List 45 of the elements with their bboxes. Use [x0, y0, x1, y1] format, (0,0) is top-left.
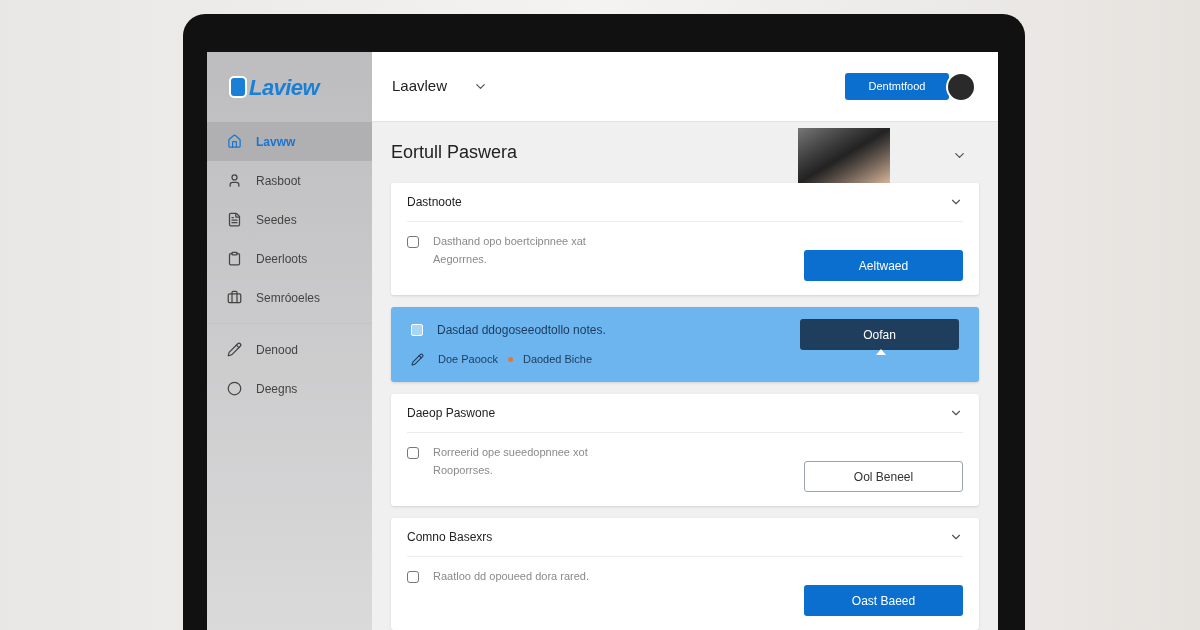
meta-text: Daoded Biche	[522, 352, 593, 368]
card-title: Dastnoote	[407, 194, 462, 211]
pencil-icon	[227, 342, 242, 357]
card-description: Raatloo dd opoueed dora rared.	[433, 569, 589, 584]
card-title: Daeop Paswone	[407, 405, 496, 422]
home-icon	[227, 134, 242, 149]
sidebar-item[interactable]: Seedes	[207, 200, 372, 239]
action-button[interactable]: Oast Baeed	[804, 585, 963, 616]
user-icon	[227, 173, 242, 188]
action-button[interactable]: Aeltwaed	[804, 250, 963, 281]
pencil-icon	[411, 353, 424, 366]
checkbox[interactable]	[407, 236, 419, 248]
card-description: Dasthand opo boertcipnnee xat	[433, 234, 586, 249]
note-icon	[411, 324, 423, 337]
sidebar-item[interactable]: Deerloots	[207, 239, 372, 278]
page-title: Eortull Paswera	[391, 141, 518, 164]
meta-text: Doe Paoock	[438, 352, 498, 368]
document-icon	[227, 212, 242, 227]
checkbox[interactable]	[407, 571, 419, 583]
circle-icon	[227, 381, 242, 396]
workspace-name: Laavlew	[392, 76, 448, 97]
sidebar-label: Lavww	[256, 133, 296, 151]
sidebar-item[interactable]: Semróoeles	[207, 278, 372, 317]
card-description: Rorreerid ope sueedopnnee xot	[433, 445, 588, 460]
pointer-icon	[876, 349, 886, 355]
clipboard-icon	[227, 251, 242, 266]
checkbox[interactable]	[407, 447, 419, 459]
sidebar-item[interactable]: Rasboot	[207, 161, 372, 200]
sidebar-item[interactable]: Deegns	[207, 369, 372, 408]
sidebar-label: Rasboot	[256, 172, 301, 190]
sidebar-label: Seedes	[256, 211, 297, 229]
logo-icon	[229, 76, 247, 98]
card-description: Aegorrnes.	[433, 252, 488, 267]
header-button[interactable]: Dentmtfood	[845, 73, 949, 100]
briefcase-icon	[227, 290, 242, 305]
card-description: Rooporrses.	[433, 463, 494, 478]
card-title: Comno Basexrs	[407, 529, 493, 546]
sidebar-label: Denood	[256, 341, 299, 359]
sidebar-item[interactable]: Denood	[207, 330, 372, 369]
banner-text: Dasdad ddogoseeodtollo notes.	[437, 322, 606, 340]
action-button[interactable]: Ool Beneel	[804, 461, 963, 492]
sidebar-label: Semróoeles	[256, 289, 321, 307]
sidebar-label: Deegns	[256, 380, 298, 398]
app-logo: Laview	[249, 73, 320, 102]
sidebar-label: Deerloots	[256, 250, 308, 268]
